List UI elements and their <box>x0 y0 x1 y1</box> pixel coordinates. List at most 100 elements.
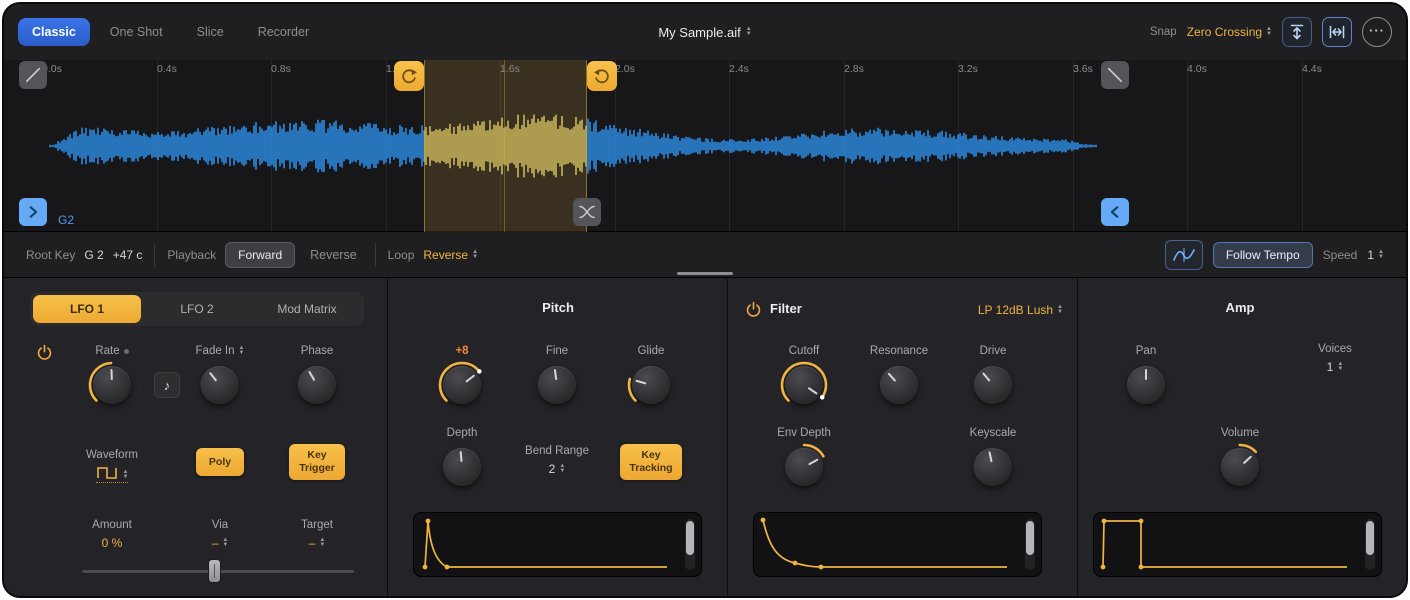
key-trigger-button[interactable]: Key Trigger <box>289 444 345 480</box>
fade-out-handle[interactable] <box>1101 61 1129 89</box>
root-key-label: Root Key <box>26 248 75 262</box>
playback-forward-button[interactable]: Forward <box>225 242 295 268</box>
pitch-envelope-display[interactable] <box>413 512 702 577</box>
more-options-icon: ··· <box>1369 23 1385 38</box>
loop-crossfade-line <box>504 60 505 232</box>
fade-in-knob[interactable] <box>201 366 239 404</box>
tab-lfo1[interactable]: LFO 1 <box>33 295 141 323</box>
loop-group: Loop Reverse <box>388 248 478 262</box>
crossfade-button[interactable] <box>573 198 601 226</box>
filter-type-selector[interactable]: LP 12dB Lush <box>978 303 1063 317</box>
transpose-value: +8 <box>455 345 468 357</box>
pan-label: Pan <box>1136 345 1156 357</box>
loop-region[interactable] <box>424 60 587 232</box>
drive-knob[interactable] <box>974 366 1012 404</box>
target-selector[interactable]: – <box>309 536 326 550</box>
envelope-zoom-track[interactable] <box>685 519 695 570</box>
amount-label: Amount <box>92 518 132 532</box>
fit-vertical-icon <box>1288 23 1306 41</box>
amount-value[interactable]: 0 % <box>102 536 123 550</box>
via-selector[interactable]: – <box>212 536 229 550</box>
amp-envelope-display[interactable] <box>1093 512 1382 577</box>
root-key-value[interactable]: G 2 <box>84 248 103 262</box>
transport-bar: Root Key G 2 +47 c Playback Forward Reve… <box>4 232 1406 278</box>
follow-tempo-button[interactable]: Follow Tempo <box>1213 242 1313 268</box>
rate-sync-button[interactable]: ♪ <box>154 372 180 398</box>
envelope-zoom-handle[interactable] <box>1026 521 1034 555</box>
loop-mode-value: Reverse <box>423 248 468 262</box>
drive-control: Drive <box>974 344 1012 404</box>
poly-button[interactable]: Poly <box>196 448 244 476</box>
envelope-zoom-track[interactable] <box>1365 519 1375 570</box>
env-depth-knob[interactable] <box>785 448 823 486</box>
glide-knob[interactable] <box>632 366 670 404</box>
fine-knob[interactable] <box>538 366 576 404</box>
envelope-zoom-handle[interactable] <box>686 521 694 555</box>
bend-range-selector[interactable]: 2 <box>549 462 566 476</box>
key-tracking-button[interactable]: Key Tracking <box>620 444 682 480</box>
playback-reverse-button[interactable]: Reverse <box>304 243 363 267</box>
ruler-tick: 0.4s <box>157 63 177 75</box>
filter-envelope-display[interactable] <box>753 512 1042 577</box>
sample-name-selector[interactable]: My Sample.aif <box>658 25 751 40</box>
fade-in-label: Fade In <box>196 345 235 357</box>
tab-slice[interactable]: Slice <box>183 18 238 46</box>
chevron-updown-icon <box>1337 362 1343 372</box>
ruler-tick: 4.0s <box>1187 63 1207 75</box>
loop-end-handle[interactable] <box>587 61 617 91</box>
tab-recorder[interactable]: Recorder <box>244 18 323 46</box>
pan-control: Pan <box>1127 344 1165 404</box>
fade-in-handle[interactable] <box>19 61 47 89</box>
loop-mode-selector[interactable]: Reverse <box>423 248 478 262</box>
chevron-updown-icon <box>222 538 228 548</box>
filter-power-button[interactable] <box>745 301 762 318</box>
flex-button[interactable] <box>1165 240 1203 270</box>
tab-mod-matrix[interactable]: Mod Matrix <box>253 295 361 323</box>
mod-amount-slider-thumb[interactable] <box>208 559 221 583</box>
note-icon: ♪ <box>164 378 171 393</box>
speed-selector[interactable]: 1 <box>1367 248 1384 262</box>
tab-lfo2[interactable]: LFO 2 <box>143 295 251 323</box>
waveform-scrollbar[interactable] <box>677 272 733 275</box>
tab-one-shot[interactable]: One Shot <box>96 18 177 46</box>
toolbar-right: Snap Zero Crossing ··· <box>1150 17 1392 47</box>
env-depth-label: Env Depth <box>777 427 831 439</box>
phase-label: Phase <box>301 345 334 357</box>
chevron-right-icon <box>22 201 44 223</box>
lfo-fade-control: Fade In <box>196 344 245 404</box>
pitch-depth-knob[interactable] <box>443 448 481 486</box>
pitch-section: Pitch +8 Fine Glide <box>387 278 727 596</box>
lfo-waveform-selector[interactable] <box>96 466 129 483</box>
resonance-knob[interactable] <box>880 366 918 404</box>
sample-end-handle[interactable] <box>1101 198 1129 226</box>
ruler-tick: 2.4s <box>729 63 749 75</box>
lfo-power-button[interactable] <box>36 344 53 361</box>
volume-knob[interactable] <box>1221 448 1259 486</box>
sample-start-handle[interactable] <box>19 198 47 226</box>
voices-selector[interactable]: 1 <box>1327 360 1344 374</box>
chevron-updown-icon <box>123 470 129 480</box>
root-key-cents[interactable]: +47 c <box>113 248 143 262</box>
more-options-button[interactable]: ··· <box>1362 17 1392 47</box>
snap-selector[interactable]: Zero Crossing <box>1187 25 1272 39</box>
quick-sampler-window: Classic One Shot Slice Recorder My Sampl… <box>2 2 1408 598</box>
fit-vertical-button[interactable] <box>1282 17 1312 47</box>
loop-start-handle[interactable] <box>394 61 424 91</box>
pan-knob[interactable] <box>1127 366 1165 404</box>
via-label: Via <box>212 518 228 532</box>
chevron-left-icon <box>1104 201 1126 223</box>
fade-mode-selector[interactable]: Fade In <box>196 344 245 358</box>
keyscale-knob[interactable] <box>974 448 1012 486</box>
phase-knob[interactable] <box>298 366 336 404</box>
transpose-knob[interactable] <box>443 366 481 404</box>
fit-horizontal-button[interactable] <box>1322 17 1352 47</box>
rate-knob[interactable] <box>93 366 131 404</box>
tab-classic[interactable]: Classic <box>18 18 90 46</box>
envelope-zoom-track[interactable] <box>1025 519 1035 570</box>
crossfade-icon <box>576 201 598 223</box>
cutoff-knob[interactable] <box>785 366 823 404</box>
fine-label: Fine <box>546 345 568 357</box>
bend-range-value: 2 <box>549 462 556 476</box>
waveform-display[interactable]: 0.0s 0.4s 0.8s 1.2s 1.6s 2.0s 2.4s 2.8s … <box>4 60 1406 232</box>
envelope-zoom-handle[interactable] <box>1366 521 1374 555</box>
